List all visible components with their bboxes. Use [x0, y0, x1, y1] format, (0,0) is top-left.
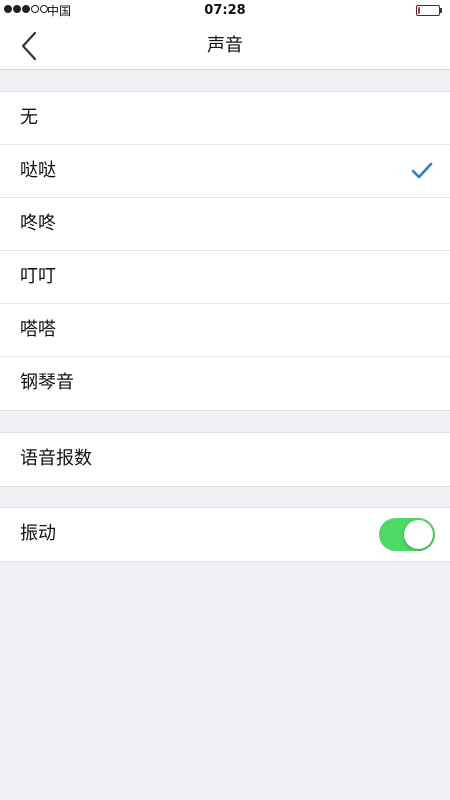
sound-option-label: 嗒嗒: [20, 319, 56, 340]
battery-level: [418, 7, 420, 14]
vibration-section: 振动: [0, 507, 450, 562]
page-title: 声音: [207, 35, 243, 56]
sound-option-piano[interactable]: 钢琴音: [0, 357, 450, 410]
voice-count-label: 语音报数: [20, 448, 92, 469]
sound-option-tata[interactable]: 嗒嗒: [0, 304, 450, 357]
checkmark-icon: [411, 162, 433, 179]
navigation-bar: 声音: [0, 22, 450, 70]
sound-option-label: 叮叮: [20, 266, 56, 287]
sound-option-none[interactable]: 无: [0, 92, 450, 145]
vibration-label: 振动: [20, 523, 56, 544]
sound-option-dongdong[interactable]: 咚咚: [0, 198, 450, 251]
toggle-knob: [404, 520, 433, 549]
sound-option-label: 无: [20, 107, 38, 128]
sound-option-label: 哒哒: [20, 160, 56, 181]
voice-count-row[interactable]: 语音报数: [0, 433, 450, 486]
status-bar: 中国 07:28: [0, 0, 450, 22]
vibration-row: 振动: [0, 508, 450, 561]
sound-options-list: 无 哒哒 咚咚 叮叮 嗒嗒 钢琴音: [0, 91, 450, 411]
sound-option-label: 咚咚: [20, 213, 56, 234]
battery-tip: [440, 8, 442, 13]
vibration-toggle[interactable]: [379, 518, 435, 551]
sound-option-dingding[interactable]: 叮叮: [0, 251, 450, 304]
sound-option-label: 钢琴音: [20, 372, 74, 393]
battery-icon: [416, 5, 440, 16]
status-time: 07:28: [204, 3, 246, 18]
voice-count-section: 语音报数: [0, 432, 450, 487]
sound-option-dada[interactable]: 哒哒: [0, 145, 450, 198]
